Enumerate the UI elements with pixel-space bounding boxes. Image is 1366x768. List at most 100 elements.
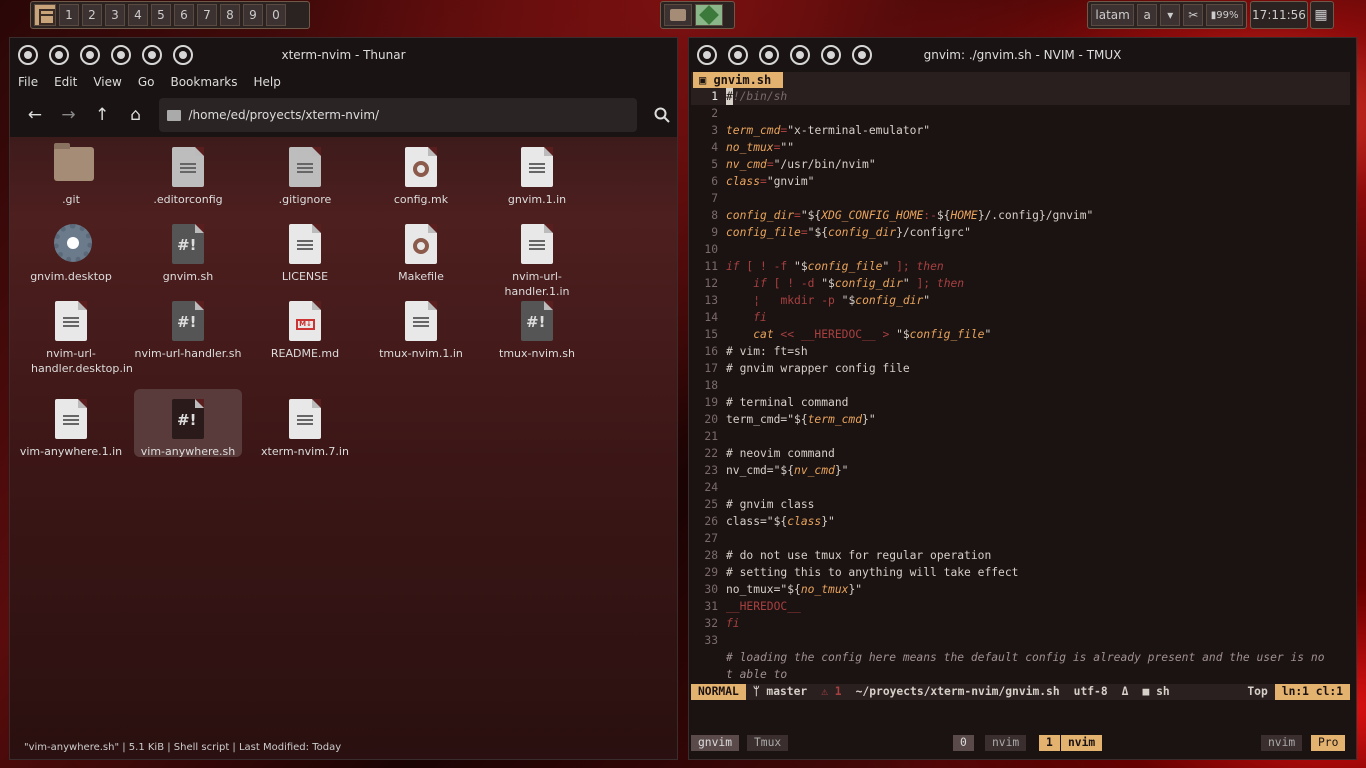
menu-help[interactable]: Help <box>254 75 281 89</box>
maximize-icon[interactable] <box>759 44 779 65</box>
thunar-task-icon[interactable] <box>664 4 692 26</box>
menu-view[interactable]: View <box>93 75 121 89</box>
code-line: 5 nv_cmd = "/usr/bin/nvim" <box>711 158 876 171</box>
code-line: 24 <box>704 481 718 494</box>
thunar-window: xterm-nvim - Thunar File Edit View Go Bookma… <box>9 37 678 760</box>
file-item[interactable]: nvim-url-handler.desktop.in <box>17 291 133 375</box>
code-line: 4 no_tmux = "" <box>711 141 795 154</box>
shade-icon[interactable] <box>790 44 810 65</box>
code-line: 1 # !/bin/sh <box>691 88 1350 105</box>
keyboard-layout[interactable]: latam <box>1091 4 1135 26</box>
stick-icon[interactable] <box>821 44 841 65</box>
text-file-icon <box>55 301 87 341</box>
workspace-9[interactable]: 9 <box>243 4 263 26</box>
code-line: 28 # do not use tmux for regular operatio… <box>704 549 992 562</box>
status-bar: "vim-anywhere.sh" | 5.1 KiB | Shell scri… <box>24 742 342 753</box>
code-line: 23 nv_cmd="${nv_cmd}" <box>704 464 849 477</box>
file-item[interactable]: vim-anywhere.1.in <box>17 389 125 458</box>
battery-label: 99% <box>1216 9 1239 21</box>
file-item[interactable]: LICENSE <box>251 214 359 283</box>
file-icon: ▣ <box>699 73 714 87</box>
minimize-icon[interactable] <box>49 44 69 65</box>
text-file-icon <box>172 147 204 187</box>
workspace-6[interactable]: 6 <box>174 4 194 26</box>
tmux-window0[interactable]: nvim <box>985 735 1027 751</box>
code-line: 25 # gnvim class <box>704 498 815 511</box>
code-line: 3 term_cmd = "x-terminal-emulator" <box>711 124 931 137</box>
workspace-8[interactable]: 8 <box>220 4 240 26</box>
home-icon[interactable]: ⌂ <box>119 100 153 130</box>
menu-icon[interactable] <box>173 44 193 65</box>
thunar-titlebar[interactable]: xterm-nvim - Thunar <box>10 38 677 71</box>
nvim-titlebar[interactable]: gnvim: ./gnvim.sh - NVIM - TMUX <box>689 38 1356 71</box>
clock[interactable]: 17:11:56 <box>1252 4 1306 26</box>
minimize-icon[interactable] <box>728 44 748 65</box>
tmux-right-host: Pro <box>1311 735 1346 751</box>
code-line: 27 <box>704 532 718 545</box>
file-item[interactable]: tmux-nvim.1.in <box>367 291 475 360</box>
file-item[interactable]: gnvim.desktop <box>17 214 125 283</box>
toolbar: ← → ↑ ⌂ /home/ed/proyects/xterm-nvim/ <box>10 93 677 137</box>
workspace-4[interactable]: 4 <box>128 4 148 26</box>
menu-go[interactable]: Go <box>138 75 155 89</box>
code-line: 7 <box>711 192 718 205</box>
code-line: 33 <box>704 634 718 647</box>
tmux-right-process: nvim <box>1261 735 1303 751</box>
menu-edit[interactable]: Edit <box>54 75 77 89</box>
code-line: 12 if [ ! -d "$ config_dir " ]; then <box>704 277 965 290</box>
forward-icon[interactable]: → <box>52 100 86 130</box>
file-item[interactable]: config.mk <box>367 137 475 206</box>
workspace-1[interactable]: 1 <box>59 4 79 26</box>
file-item[interactable]: gnvim.1.in <box>483 137 591 206</box>
file-item[interactable]: nvim-url-handler.1.in <box>483 214 591 298</box>
code-line: 17 # gnvim wrapper config file <box>704 362 910 375</box>
stick-icon[interactable] <box>142 44 162 65</box>
tmux-window0-index[interactable]: 0 <box>953 735 974 751</box>
close-icon[interactable] <box>18 44 38 65</box>
file-item[interactable]: .git <box>17 137 125 206</box>
back-icon[interactable]: ← <box>18 100 52 130</box>
app-menu-icon[interactable] <box>34 4 56 26</box>
file-label: vim-anywhere.sh <box>140 445 236 458</box>
settings-file-icon <box>405 224 437 264</box>
search-icon[interactable] <box>647 100 677 130</box>
code-line: # loading the config here means the defa… <box>726 651 1325 664</box>
file-item[interactable]: xterm-nvim.7.in <box>251 389 359 458</box>
file-label: nvim-url-handler.sh <box>134 347 242 360</box>
keyboard-mode[interactable]: a <box>1137 4 1158 26</box>
workspace-2[interactable]: 2 <box>82 4 102 26</box>
folder-icon <box>54 143 94 181</box>
grid-icon[interactable]: ▦ <box>1311 4 1331 26</box>
menu-file[interactable]: File <box>18 75 38 89</box>
location-bar[interactable]: /home/ed/proyects/xterm-nvim/ <box>158 98 638 132</box>
workspace-5[interactable]: 5 <box>151 4 171 26</box>
file-item[interactable]: #! vim-anywhere.sh <box>134 389 242 458</box>
close-icon[interactable] <box>697 44 717 65</box>
editor-buffer[interactable]: 1 # !/bin/sh 2 3 term_cmd = "x-terminal-emulato… <box>691 88 1350 683</box>
maximize-icon[interactable] <box>80 44 100 65</box>
file-item[interactable]: #! nvim-url-handler.sh <box>134 291 242 360</box>
workspace-3[interactable]: 3 <box>105 4 125 26</box>
tmux-window1-index[interactable]: 1 <box>1039 735 1060 751</box>
wifi-icon[interactable]: ▾ <box>1160 4 1181 26</box>
file-item[interactable]: #! gnvim.sh <box>134 214 242 283</box>
buffer-tab[interactable]: ▣ gnvim.sh <box>693 72 784 88</box>
file-item[interactable]: Makefile <box>367 214 475 283</box>
file-item[interactable]: .gitignore <box>251 137 359 206</box>
tmux-window1[interactable]: nvim <box>1061 735 1103 751</box>
clock-panel: 17:11:56 <box>1250 1 1308 29</box>
gnvim-task-icon[interactable] <box>695 4 723 26</box>
scissors-icon[interactable]: ✂ <box>1183 4 1204 26</box>
workspace-0[interactable]: 0 <box>266 4 286 26</box>
shade-icon[interactable] <box>111 44 131 65</box>
battery-indicator[interactable]: ▮ 99% <box>1206 4 1243 26</box>
file-item[interactable]: M↓ README.md <box>251 291 359 360</box>
menu-icon[interactable] <box>852 44 872 65</box>
up-icon[interactable]: ↑ <box>85 100 119 130</box>
tmux-session[interactable]: gnvim <box>691 735 740 751</box>
file-item[interactable]: .editorconfig <box>134 137 242 206</box>
file-item[interactable]: #! tmux-nvim.sh <box>483 291 591 360</box>
menu-bookmarks[interactable]: Bookmarks <box>170 75 237 89</box>
nvim-window: gnvim: ./gnvim.sh - NVIM - TMUX ▣ gnvim.… <box>688 37 1357 760</box>
workspace-7[interactable]: 7 <box>197 4 217 26</box>
